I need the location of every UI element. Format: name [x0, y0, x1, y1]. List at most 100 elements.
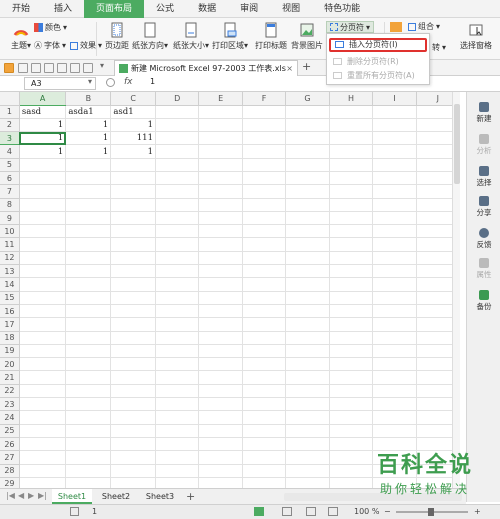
cell-h1[interactable] [329, 105, 374, 119]
add-sheet-icon[interactable]: + [186, 489, 195, 504]
cell-g24[interactable] [285, 410, 330, 425]
cell-a10[interactable] [19, 224, 67, 239]
cell-c18[interactable] [110, 331, 156, 345]
cell-i17[interactable] [372, 317, 417, 332]
cell-c13[interactable] [110, 264, 156, 279]
cell-e24[interactable] [198, 410, 243, 425]
page-break-button[interactable]: 分页符 ▾ [326, 21, 375, 33]
row-header[interactable]: 25 [0, 424, 20, 438]
cell-d1[interactable] [155, 105, 200, 119]
cell-i16[interactable] [372, 304, 417, 319]
cell-h6[interactable] [329, 171, 374, 186]
side-properties-button[interactable]: 属性 [467, 258, 500, 280]
selection-pane-button[interactable]: 选择窗格 [454, 22, 498, 51]
cell-e8[interactable] [198, 198, 243, 212]
cell-f23[interactable] [242, 397, 287, 412]
cell-b20[interactable] [65, 357, 112, 372]
cell-h22[interactable] [329, 384, 374, 399]
cell-e20[interactable] [198, 357, 243, 372]
print-preview-icon[interactable] [57, 63, 67, 73]
cell-b12[interactable] [65, 251, 112, 266]
paper-size-button[interactable]: 纸张大小▾ [172, 22, 210, 51]
cell-d8[interactable] [155, 198, 200, 212]
column-header-h[interactable]: H [329, 92, 374, 106]
cell-b16[interactable] [65, 304, 112, 319]
cell-h5[interactable] [329, 158, 374, 172]
cell-b10[interactable] [65, 224, 112, 239]
cell-h23[interactable] [329, 397, 374, 412]
cell-d26[interactable] [155, 437, 200, 452]
cell-c21[interactable] [110, 370, 156, 385]
cell-f25[interactable] [242, 424, 287, 438]
cell-h7[interactable] [329, 184, 374, 199]
cell-h2[interactable] [329, 118, 374, 133]
row-header[interactable]: 29 [0, 477, 20, 488]
cell-d9[interactable] [155, 211, 200, 226]
color-button[interactable]: 颜色 ▾ [34, 22, 67, 33]
cell-d13[interactable] [155, 264, 200, 279]
cell-h10[interactable] [329, 224, 374, 239]
cell-c6[interactable] [110, 171, 156, 186]
cell-b29[interactable] [65, 477, 112, 488]
cell-c11[interactable] [110, 237, 156, 252]
cell-b19[interactable] [65, 344, 112, 359]
vertical-scroll-thumb[interactable] [454, 104, 460, 184]
cell-c25[interactable] [110, 424, 156, 438]
cell-c20[interactable] [110, 357, 156, 372]
cell-b24[interactable] [65, 410, 112, 425]
cell-e19[interactable] [198, 344, 243, 359]
row-header[interactable]: 27 [0, 450, 20, 465]
macro-icon[interactable] [70, 507, 79, 516]
row-header[interactable]: 18 [0, 331, 20, 345]
fx-label[interactable]: fx [124, 77, 133, 87]
cell-a5[interactable] [19, 158, 67, 172]
cell-g27[interactable] [285, 450, 330, 465]
side-new-button[interactable]: 新建 [467, 102, 500, 124]
cell-i23[interactable] [372, 397, 417, 412]
cell-f22[interactable] [242, 384, 287, 399]
menu-tab-page-layout[interactable]: 页面布局 [84, 0, 145, 18]
cell-f17[interactable] [242, 317, 287, 332]
cell-i7[interactable] [372, 184, 417, 199]
print-title-button[interactable]: 打印标题 [252, 22, 290, 51]
row-header[interactable]: 4 [0, 144, 20, 159]
cell-e28[interactable] [198, 464, 243, 478]
cell-h3[interactable] [329, 131, 374, 146]
cell-e2[interactable] [198, 118, 243, 133]
menu-tab-view[interactable]: 视图 [270, 0, 312, 18]
cell-d20[interactable] [155, 357, 200, 372]
orientation-button[interactable]: 纸张方向▾ [131, 22, 169, 51]
cell-f15[interactable] [242, 291, 287, 305]
cell-a16[interactable] [19, 304, 67, 319]
cell-e4[interactable] [198, 144, 243, 159]
cell-e18[interactable] [198, 331, 243, 345]
cell-f14[interactable] [242, 277, 287, 292]
column-header-e[interactable]: E [198, 92, 243, 106]
cell-d10[interactable] [155, 224, 200, 239]
cell-f26[interactable] [242, 437, 287, 452]
cell-g26[interactable] [285, 437, 330, 452]
cell-e7[interactable] [198, 184, 243, 199]
cell-d12[interactable] [155, 251, 200, 266]
cell-c10[interactable] [110, 224, 156, 239]
cell-h14[interactable] [329, 277, 374, 292]
redo-icon[interactable] [83, 63, 93, 73]
cell-e21[interactable] [198, 370, 243, 385]
cell-g28[interactable] [285, 464, 330, 478]
cell-h20[interactable] [329, 357, 374, 372]
cell-a3[interactable]: 1 [19, 131, 67, 146]
cell-g20[interactable] [285, 357, 330, 372]
cell-a15[interactable] [19, 291, 67, 305]
cell-a8[interactable] [19, 198, 67, 212]
cell-c3[interactable]: 111 [110, 131, 156, 146]
cell-a6[interactable] [19, 171, 67, 186]
cell-g15[interactable] [285, 291, 330, 305]
cell-h17[interactable] [329, 317, 374, 332]
cell-b15[interactable] [65, 291, 112, 305]
menu-tab-formulas[interactable]: 公式 [144, 0, 186, 18]
cell-g2[interactable] [285, 118, 330, 133]
menu-tab-data[interactable]: 数据 [186, 0, 228, 18]
cell-f9[interactable] [242, 211, 287, 226]
cell-i4[interactable] [372, 144, 417, 159]
page-layout-view-icon[interactable] [282, 507, 292, 516]
